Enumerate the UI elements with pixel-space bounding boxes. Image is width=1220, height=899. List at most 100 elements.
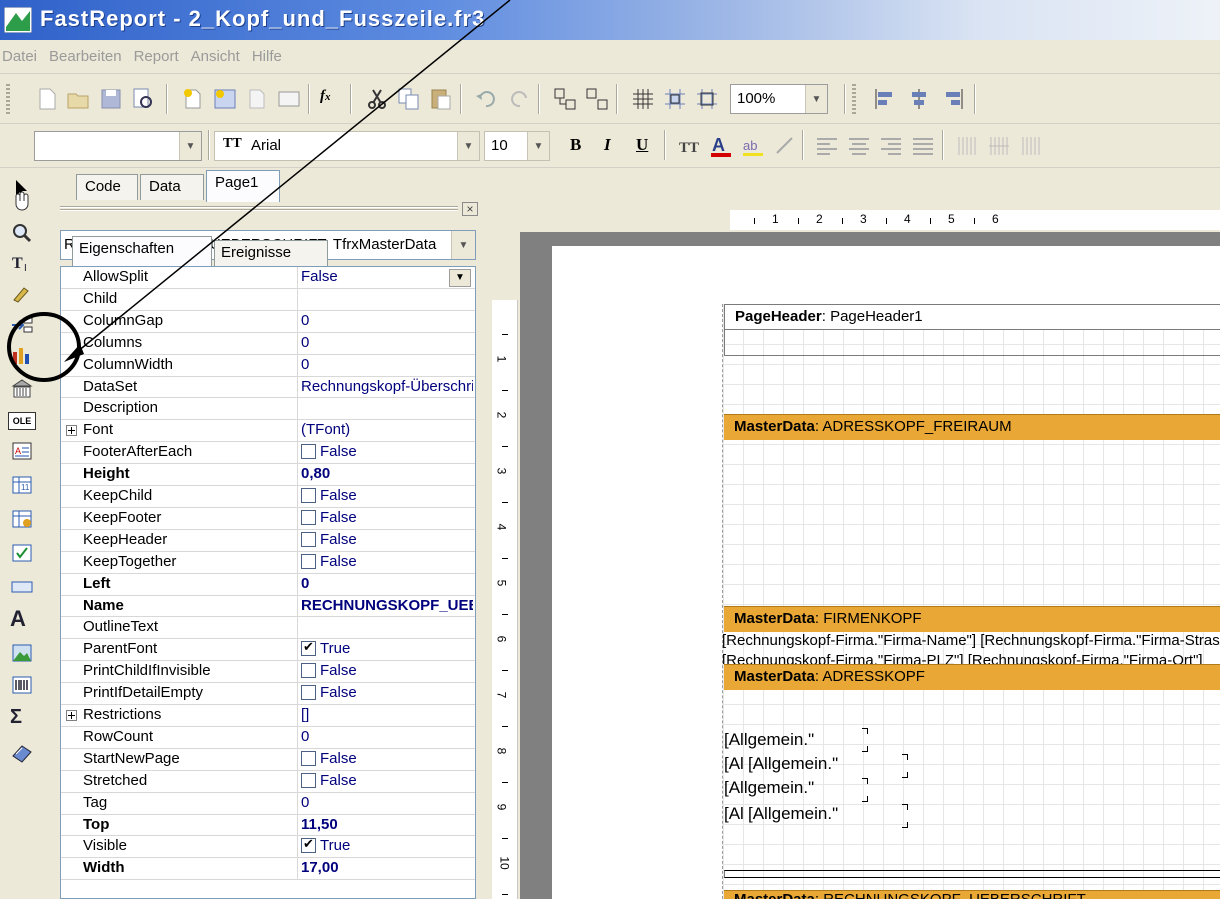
rotate-text-icon[interactable] (772, 133, 798, 159)
align-right-icon[interactable] (940, 86, 966, 112)
text-align-right-icon[interactable] (878, 133, 904, 159)
adress-field-3[interactable]: [Allgemein." (724, 778, 814, 798)
property-value[interactable]: 0 (301, 794, 473, 811)
property-row-restrictions[interactable]: Restrictions [] (61, 705, 475, 727)
property-value[interactable]: False (301, 487, 473, 504)
property-row-keepfooter[interactable]: KeepFooter False (61, 507, 475, 530)
property-row-height[interactable]: Height 0,80 (61, 464, 475, 487)
property-value[interactable]: False (301, 662, 473, 679)
delete-page-icon[interactable] (244, 86, 270, 112)
tab-ereignisse[interactable]: Ereignisse (214, 240, 328, 266)
more-objects-icon[interactable] (10, 742, 34, 764)
chevron-down-icon[interactable]: ▼ (179, 132, 201, 160)
property-value[interactable]: False (301, 509, 473, 526)
property-value[interactable]: False (301, 443, 473, 460)
checkbox-icon[interactable] (301, 531, 316, 547)
property-row-rowcount[interactable]: RowCount 0 (61, 726, 475, 749)
property-value[interactable]: False (301, 531, 473, 548)
checkbox-icon[interactable] (301, 772, 316, 788)
chevron-down-icon[interactable]: ▼ (451, 231, 475, 259)
menu-report[interactable]: Report (134, 48, 187, 65)
property-row-footeraftereach[interactable]: FooterAfterEach False (61, 442, 475, 465)
adress-field-2a[interactable]: [Al (724, 754, 744, 774)
property-row-keepchild[interactable]: KeepChild False (61, 486, 475, 508)
ole-object-icon[interactable]: OLE (8, 412, 36, 430)
property-value[interactable]: 0 (301, 356, 473, 373)
property-row-keepheader[interactable]: KeepHeader False (61, 529, 475, 552)
valign-center-icon[interactable] (986, 133, 1012, 159)
menu-datei[interactable]: Datei (2, 48, 45, 65)
preview-icon[interactable] (130, 86, 156, 112)
property-row-name[interactable]: Name RECHNUNGSKOPF_UEBERSCHRIFT (61, 595, 475, 618)
paste-icon[interactable] (428, 86, 454, 112)
property-row-outlinetext[interactable]: OutlineText (61, 617, 475, 640)
checkbox-icon[interactable] (301, 553, 316, 569)
property-row-printchildifinvisible[interactable]: PrintChildIfInvisible False (61, 661, 475, 684)
property-row-columns[interactable]: Columns 0 (61, 332, 475, 355)
text-object-icon[interactable]: A (10, 606, 26, 632)
checkbox-icon[interactable] (301, 444, 316, 460)
picture-tool-icon[interactable] (10, 642, 34, 664)
new-page-icon[interactable] (180, 86, 206, 112)
bold-button[interactable]: B (570, 135, 581, 155)
cut-icon[interactable] (364, 86, 390, 112)
property-row-startnewpage[interactable]: StartNewPage False (61, 748, 475, 771)
ungroup-icon[interactable] (584, 86, 610, 112)
firma-plz-field[interactable]: [Rechnungskopf-Firma."Firma-PLZ"] [Rechn… (722, 652, 1203, 664)
chevron-down-icon[interactable]: ▼ (457, 132, 479, 160)
band-rechnungskopf-ueberschrift[interactable]: MasterData: RECHNUNGSKOPF_UEBERSCHRIFT (724, 890, 1220, 899)
band-adresskopf[interactable]: MasterData: ADRESSKOPF (724, 664, 1220, 690)
property-row-stretched[interactable]: Stretched False (61, 770, 475, 793)
title-bar[interactable]: FastReport - 2_Kopf_und_Fusszeile.fr3 (0, 0, 1220, 40)
band-pageheader[interactable]: PageHeader: PageHeader1 (724, 304, 1220, 330)
zoom-combo[interactable]: 100% ▼ (730, 84, 828, 114)
redo-icon[interactable] (506, 86, 532, 112)
adress-field-4a[interactable]: [Al (724, 804, 744, 824)
checkbox-icon[interactable] (301, 837, 316, 854)
inspector-grip[interactable] (60, 206, 458, 212)
chart-tool-icon[interactable] (10, 344, 34, 366)
text-tool-icon[interactable]: TI (10, 252, 34, 274)
new-dialog-icon[interactable] (212, 86, 238, 112)
property-value[interactable]: 0 (301, 312, 473, 329)
property-value[interactable]: False (301, 684, 473, 701)
text-justify-icon[interactable] (910, 133, 936, 159)
property-row-width[interactable]: Width 17,00 (61, 858, 475, 881)
property-row-description[interactable]: Description (61, 398, 475, 421)
property-value[interactable]: 0,80 (301, 465, 473, 482)
property-row-child[interactable]: Child (61, 288, 475, 311)
checkbox-icon[interactable] (301, 488, 316, 504)
style-combo[interactable]: ▼ (34, 131, 202, 161)
property-value[interactable]: True (301, 837, 473, 854)
checkbox-icon[interactable] (301, 640, 316, 657)
valign-top-icon[interactable] (954, 133, 980, 159)
barcode-tool-icon[interactable] (10, 674, 34, 696)
property-value[interactable]: 0 (301, 334, 473, 351)
adress-field-4b[interactable]: [Allgemein." (748, 804, 838, 824)
align-center-icon[interactable] (906, 86, 932, 112)
property-row-dataset[interactable]: DataSet Rechnungskopf-Überschrift (61, 376, 475, 399)
property-row-columngap[interactable]: ColumnGap 0 (61, 310, 475, 333)
sum-icon[interactable]: Σ (10, 706, 22, 729)
menu-ansicht[interactable]: Ansicht (191, 48, 248, 65)
copy-icon[interactable] (396, 86, 422, 112)
property-value[interactable]: False (301, 268, 473, 285)
toolbar-grip[interactable] (6, 84, 10, 114)
band-adresskopf-freiraum[interactable]: MasterData: ADRESSKOPF_FREIRAUM (724, 414, 1220, 440)
checkbox-icon[interactable] (301, 663, 316, 679)
property-value[interactable]: 0 (301, 728, 473, 745)
property-value[interactable]: False (301, 750, 473, 767)
font-name-combo[interactable]: TT Arial ▼ (214, 131, 480, 161)
property-row-columnwidth[interactable]: ColumnWidth 0 (61, 354, 475, 377)
show-grid-icon[interactable] (630, 86, 656, 112)
property-value[interactable]: True (301, 640, 473, 657)
property-value[interactable]: (TFont) (301, 421, 473, 438)
expand-plus-icon[interactable] (66, 710, 77, 722)
chevron-down-icon[interactable]: ▼ (527, 132, 549, 160)
property-value[interactable]: RECHNUNGSKOPF_UEBERSCHRIFT (301, 597, 473, 614)
undo-icon[interactable] (474, 86, 500, 112)
tab-data[interactable]: Data (140, 174, 204, 200)
adress-field-2b[interactable]: [Allgemein." (748, 754, 838, 774)
pageheader-body[interactable] (724, 330, 1220, 356)
db-cross-tab-icon[interactable] (10, 508, 34, 530)
